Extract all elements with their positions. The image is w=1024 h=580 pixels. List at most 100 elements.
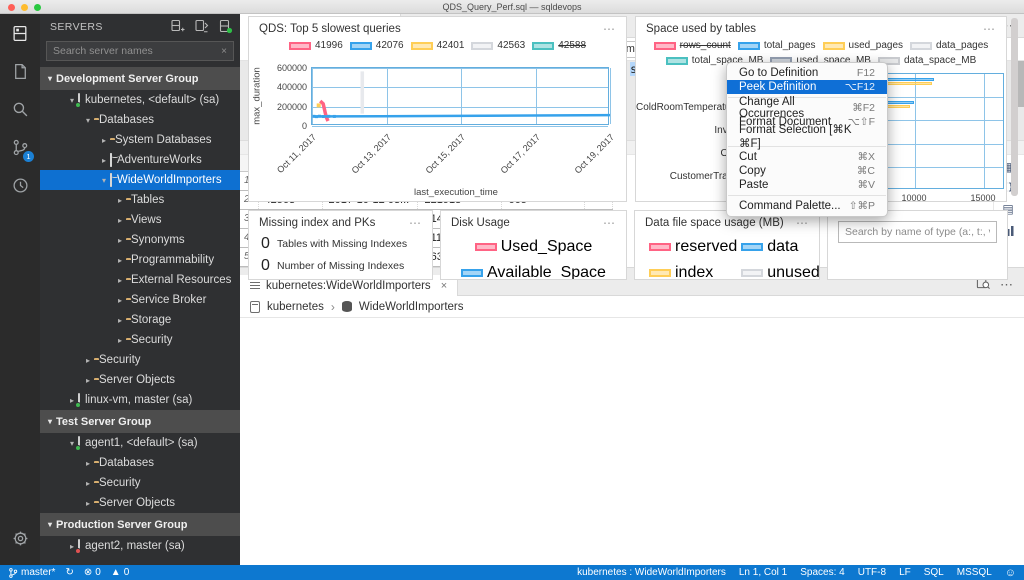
tree-item-synonyms[interactable]: ▸ Synonyms bbox=[40, 230, 240, 250]
twistie-icon[interactable]: ▸ bbox=[98, 136, 110, 145]
legend-item-42588[interactable]: 42588 bbox=[532, 40, 586, 51]
legend-item-data[interactable]: data bbox=[741, 238, 819, 256]
object-search-input[interactable] bbox=[838, 221, 997, 243]
tree-item-external-resources[interactable]: ▸ External Resources bbox=[40, 270, 240, 290]
tree-item-agent1-default-sa[interactable]: ▾ agent1, <default> (sa) bbox=[40, 433, 240, 453]
feedback-smiley-icon[interactable]: ☺ bbox=[1005, 567, 1016, 579]
legend-item-used_pages[interactable]: used_pages bbox=[822, 40, 903, 51]
status-item[interactable]: MSSQL bbox=[957, 567, 992, 578]
new-server-group-icon[interactable] bbox=[194, 19, 210, 35]
qds-panel-more-icon[interactable]: ⋯ bbox=[603, 22, 616, 36]
legend-item-data_pages[interactable]: data_pages bbox=[910, 40, 988, 51]
source-control-icon[interactable]: 1 bbox=[0, 128, 40, 166]
status-item[interactable]: Spaces: 4 bbox=[800, 567, 844, 578]
tree-item-server-objects[interactable]: ▸ Server Objects bbox=[40, 370, 240, 390]
twistie-icon[interactable]: ▸ bbox=[114, 336, 126, 345]
twistie-icon[interactable]: ▸ bbox=[82, 479, 94, 488]
tree-item-production-server-group[interactable]: ▾ Production Server Group bbox=[40, 513, 240, 536]
tree-item-databases[interactable]: ▾ Databases bbox=[40, 110, 240, 130]
twistie-icon[interactable]: ▸ bbox=[114, 216, 126, 225]
disk-usage-more-icon[interactable]: ⋯ bbox=[603, 216, 616, 230]
menu-item-copy[interactable]: Copy ⌘C bbox=[727, 164, 887, 178]
menu-item-cut[interactable]: Cut ⌘X bbox=[727, 150, 887, 164]
dashboard-scrollbar[interactable] bbox=[1011, 18, 1018, 196]
tree-item-server-objects[interactable]: ▸ Server Objects bbox=[40, 493, 240, 513]
legend-item-rows_count[interactable]: rows_count bbox=[653, 40, 731, 51]
twistie-icon[interactable]: ▸ bbox=[82, 376, 94, 385]
tree-item-adventureworks[interactable]: ▸ AdventureWorks bbox=[40, 150, 240, 170]
tree-item-security[interactable]: ▸ Security bbox=[40, 473, 240, 493]
legend-item-reserved[interactable]: reserved bbox=[649, 238, 737, 256]
menu-item-format-selection-k-f[interactable]: Format Selection [⌘K ⌘F] bbox=[727, 124, 887, 150]
tree-item-security[interactable]: ▸ Security bbox=[40, 330, 240, 350]
twistie-icon[interactable]: ▸ bbox=[114, 236, 126, 245]
menu-item-go-to-definition[interactable]: Go to Definition F12 bbox=[727, 66, 887, 80]
status-item[interactable]: kubernetes : WideWorldImporters bbox=[577, 567, 726, 578]
sync-item[interactable]: ↻ bbox=[65, 567, 73, 578]
explorer-icon[interactable] bbox=[0, 52, 40, 90]
menu-item-change-all-occurrences[interactable]: Change All Occurrences ⌘F2 bbox=[727, 96, 887, 120]
servers-icon[interactable] bbox=[0, 14, 40, 52]
twistie-icon[interactable]: ▾ bbox=[98, 176, 110, 185]
twistie-icon[interactable]: ▸ bbox=[82, 356, 94, 365]
legend-item-data_space_MB[interactable]: data_space_MB bbox=[877, 55, 976, 66]
menu-item-command-palette[interactable]: Command Palette... ⇧⌘P bbox=[727, 199, 887, 213]
status-item[interactable]: SQL bbox=[924, 567, 944, 578]
search-icon[interactable] bbox=[0, 90, 40, 128]
legend-item-41996[interactable]: 41996 bbox=[288, 40, 343, 51]
breadcrumb-database[interactable]: WideWorldImporters bbox=[359, 301, 464, 313]
git-branch-item[interactable]: master* bbox=[8, 567, 55, 578]
server-search-box[interactable]: × bbox=[46, 41, 234, 61]
twistie-icon[interactable]: ▸ bbox=[82, 459, 94, 468]
active-connections-icon[interactable] bbox=[218, 19, 234, 35]
tree-item-tables[interactable]: ▸ Tables bbox=[40, 190, 240, 210]
tree-item-security[interactable]: ▸ Security bbox=[40, 350, 240, 370]
settings-gear-icon[interactable] bbox=[0, 519, 40, 557]
breadcrumb-server[interactable]: kubernetes bbox=[267, 301, 324, 313]
new-connection-icon[interactable] bbox=[170, 19, 186, 35]
menu-item-paste[interactable]: Paste ⌘V bbox=[727, 178, 887, 192]
tree-item-agent2-master-sa[interactable]: ▸ agent2, master (sa) bbox=[40, 536, 240, 556]
twistie-icon[interactable]: ▸ bbox=[114, 196, 126, 205]
status-item[interactable]: LF bbox=[899, 567, 911, 578]
twistie-icon[interactable]: ▸ bbox=[114, 296, 126, 305]
tree-item-wideworldimporters[interactable]: ▾ WideWorldImporters bbox=[40, 170, 240, 190]
missing-index-more-icon[interactable]: ⋯ bbox=[409, 216, 422, 230]
twistie-icon[interactable]: ▾ bbox=[82, 116, 94, 125]
tree-item-system-databases[interactable]: ▸ System Databases bbox=[40, 130, 240, 150]
legend-item-42563[interactable]: 42563 bbox=[471, 40, 525, 51]
twistie-icon[interactable]: ▸ bbox=[98, 156, 110, 165]
twistie-icon[interactable]: ▾ bbox=[44, 520, 56, 529]
task-history-icon[interactable] bbox=[0, 166, 40, 204]
minimize-window-button[interactable] bbox=[21, 4, 28, 11]
tree-item-service-broker[interactable]: ▸ Service Broker bbox=[40, 290, 240, 310]
twistie-icon[interactable]: ▾ bbox=[44, 74, 56, 83]
tree-item-views[interactable]: ▸ Views bbox=[40, 210, 240, 230]
close-dashboard-tab-icon[interactable]: × bbox=[441, 280, 447, 292]
legend-item-42076[interactable]: 42076 bbox=[349, 40, 404, 51]
tree-item-programmability[interactable]: ▸ Programmability bbox=[40, 250, 240, 270]
tree-item-storage[interactable]: ▸ Storage bbox=[40, 310, 240, 330]
tree-item-linux-vm-master-sa[interactable]: ▸ linux-vm, master (sa) bbox=[40, 390, 240, 410]
legend-item-total_pages[interactable]: total_pages bbox=[737, 40, 816, 51]
zoom-window-button[interactable] bbox=[34, 4, 41, 11]
tree-item-databases[interactable]: ▸ Databases bbox=[40, 453, 240, 473]
tree-item-development-server-group[interactable]: ▾ Development Server Group bbox=[40, 67, 240, 90]
legend-item-Used_Space[interactable]: Used_Space bbox=[474, 238, 592, 256]
datafile-more-icon[interactable]: ⋯ bbox=[796, 216, 809, 230]
twistie-icon[interactable]: ▸ bbox=[114, 276, 126, 285]
server-search-input[interactable] bbox=[53, 45, 222, 57]
twistie-icon[interactable]: ▾ bbox=[44, 417, 56, 426]
legend-item-42401[interactable]: 42401 bbox=[410, 40, 464, 51]
close-window-button[interactable] bbox=[8, 4, 15, 11]
errors-item[interactable]: ⊗ 0 bbox=[84, 567, 101, 578]
tree-item-test-server-group[interactable]: ▾ Test Server Group bbox=[40, 410, 240, 433]
menu-item-peek-definition[interactable]: Peek Definition ⌥F12 bbox=[727, 80, 887, 94]
status-item[interactable]: UTF-8 bbox=[858, 567, 886, 578]
status-item[interactable]: Ln 1, Col 1 bbox=[739, 567, 787, 578]
clear-search-icon[interactable]: × bbox=[221, 46, 227, 57]
space-panel-more-icon[interactable]: ⋯ bbox=[983, 22, 996, 36]
twistie-icon[interactable]: ▸ bbox=[82, 499, 94, 508]
warnings-item[interactable]: ▲ 0 bbox=[111, 567, 129, 578]
tree-item-kubernetes-default-sa[interactable]: ▾ kubernetes, <default> (sa) bbox=[40, 90, 240, 110]
